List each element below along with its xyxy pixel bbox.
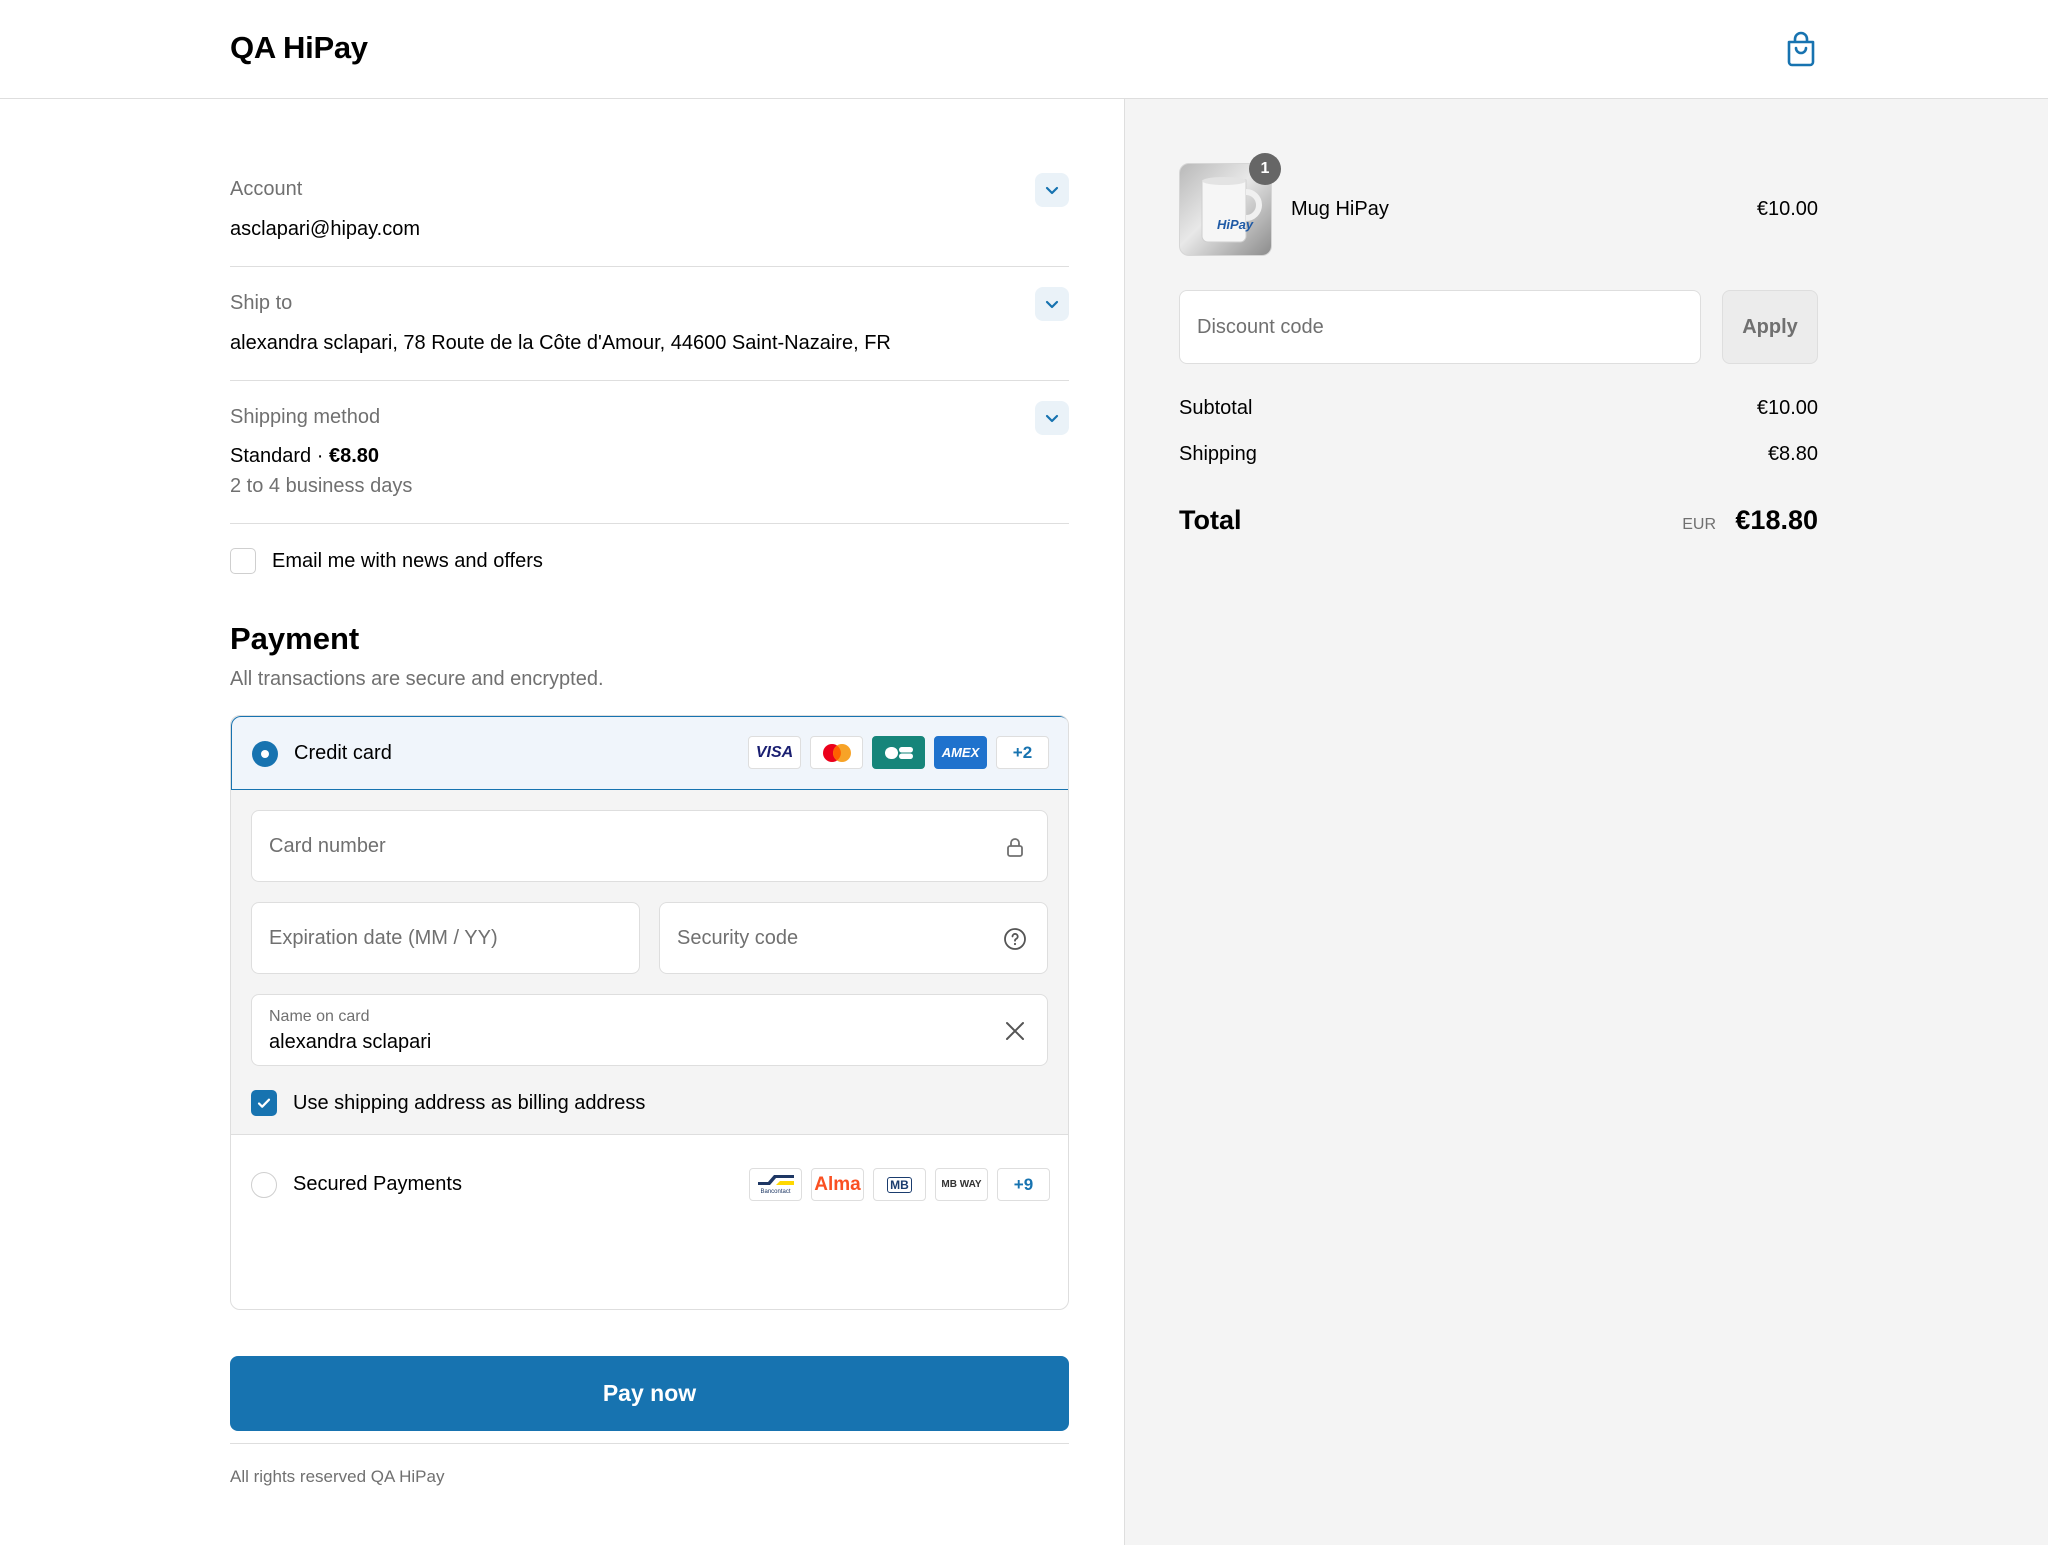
mbway-logo-text: MB WAY: [941, 1179, 982, 1190]
billing-label: Use shipping address as billing address: [293, 1091, 646, 1114]
account-expand-button[interactable]: [1035, 173, 1069, 207]
shopping-bag-icon[interactable]: [1785, 31, 1817, 67]
mastercard-logo-icon: [822, 743, 851, 762]
apply-discount-button[interactable]: Apply: [1722, 290, 1818, 364]
shipping-label: Shipping: [1179, 443, 1257, 465]
total-label: Total: [1179, 505, 1242, 535]
amex-badge: AMEX: [934, 736, 987, 769]
account-value: asclapari@hipay.com: [230, 218, 421, 240]
bancontact-logo-icon: [757, 1175, 794, 1185]
card-brand-badges: VISA AMEX +2: [748, 736, 1049, 769]
footer-divider: [230, 1443, 1069, 1444]
discount-code-placeholder: Discount code: [1197, 316, 1324, 338]
visa-logo-text: VISA: [755, 743, 794, 761]
newsletter-label: Email me with news and offers: [272, 549, 543, 572]
shipping-method-value: Standard · €8.80: [230, 445, 379, 468]
credit-card-label: Credit card: [294, 742, 392, 764]
total-value: €18.80: [1735, 505, 1818, 535]
secured-payments-option[interactable]: Secured Payments Bancontact Alma MB MB W…: [231, 1135, 1068, 1237]
shipping-method-separator: ·: [316, 445, 324, 467]
expiration-date-field[interactable]: Expiration date (MM / YY): [251, 902, 640, 974]
payment-methods: Credit card VISA AMEX +2 Card number Exp…: [230, 715, 1069, 1310]
shipping-method-label: Shipping method: [230, 406, 381, 428]
ship-to-value: alexandra sclapari, 78 Route de la Côte …: [230, 332, 891, 354]
chevron-down-icon: [1045, 186, 1059, 195]
mastercard-badge: [810, 736, 863, 769]
security-code-placeholder: Security code: [677, 927, 799, 949]
card-number-field[interactable]: Card number: [251, 810, 1048, 882]
cb-logo-icon: [884, 746, 913, 759]
chevron-down-icon: [1045, 300, 1059, 309]
product-price: €10.00: [1756, 198, 1818, 220]
account-label: Account: [230, 178, 303, 200]
payment-title: Payment: [230, 621, 360, 656]
amex-logo-text: AMEX: [941, 745, 980, 760]
shipping-method-detail: 2 to 4 business days: [230, 475, 413, 497]
shipping-method-price: €8.80: [328, 445, 380, 467]
chevron-down-icon: [1045, 414, 1059, 423]
subtotal-value: €10.00: [1756, 397, 1818, 419]
ship-to-label: Ship to: [230, 292, 293, 314]
lock-icon: [1007, 838, 1023, 857]
checkmark-icon: [257, 1098, 271, 1108]
secured-payment-badges: Bancontact Alma MB MB WAY +9: [749, 1168, 1050, 1201]
alma-logo-text: Alma: [814, 1173, 861, 1195]
newsletter-checkbox[interactable]: [230, 548, 256, 574]
multibanco-badge: MB: [873, 1168, 926, 1201]
billing-checkbox[interactable]: [251, 1090, 277, 1116]
billing-address-option[interactable]: Use shipping address as billing address: [251, 1090, 645, 1116]
payment-subtitle: All transactions are secure and encrypte…: [230, 668, 604, 690]
quantity-badge: 1: [1249, 153, 1281, 185]
secured-payments-label: Secured Payments: [293, 1173, 462, 1195]
credit-card-radio[interactable]: [252, 741, 278, 767]
more-cards-badge[interactable]: +2: [996, 736, 1049, 769]
name-on-card-label: Name on card: [269, 1008, 370, 1025]
name-on-card-field[interactable]: Name on card alexandra sclapari: [251, 994, 1048, 1066]
header: QA HiPay: [0, 0, 2048, 99]
card-number-placeholder: Card number: [269, 835, 386, 857]
name-on-card-value: alexandra sclapari: [269, 1031, 432, 1053]
total-currency: EUR: [1682, 516, 1716, 533]
footer-text: All rights reserved QA HiPay: [230, 1467, 445, 1486]
more-methods-badge[interactable]: +9: [997, 1168, 1050, 1201]
review-ship-to: Ship to alexandra sclapari, 78 Route de …: [230, 267, 1069, 381]
mug-logo-text: HiPay: [1217, 217, 1254, 232]
ship-to-expand-button[interactable]: [1035, 287, 1069, 321]
mbway-badge: MB WAY: [935, 1168, 988, 1201]
credit-card-option[interactable]: Credit card VISA AMEX +2: [231, 716, 1068, 790]
visa-badge: VISA: [748, 736, 801, 769]
help-circle-icon[interactable]: [1003, 927, 1027, 951]
shipping-method-name: Standard: [230, 445, 312, 467]
bancontact-logo-text: Bancontact: [760, 1189, 791, 1195]
shop-name[interactable]: QA HiPay: [230, 30, 368, 66]
review-account: Account asclapari@hipay.com: [230, 167, 1069, 267]
bancontact-badge: Bancontact: [749, 1168, 802, 1201]
multibanco-logo-text: MB: [887, 1176, 912, 1193]
review-shipping-method: Shipping method Standard · €8.80 2 to 4 …: [230, 381, 1069, 524]
shipping-method-expand-button[interactable]: [1035, 401, 1069, 435]
cb-badge: [872, 736, 925, 769]
security-code-field[interactable]: Security code: [659, 902, 1048, 974]
discount-code-input[interactable]: Discount code: [1179, 290, 1701, 364]
alma-badge: Alma: [811, 1168, 864, 1201]
product-name: Mug HiPay: [1291, 198, 1389, 220]
shipping-value: €8.80: [1767, 443, 1818, 465]
pay-now-button[interactable]: Pay now: [230, 1356, 1069, 1431]
secured-payments-radio[interactable]: [251, 1172, 277, 1198]
credit-card-form: Card number Expiration date (MM / YY) Se…: [231, 790, 1068, 1135]
newsletter-option[interactable]: Email me with news and offers: [230, 547, 543, 575]
expiration-date-placeholder: Expiration date (MM / YY): [269, 927, 498, 949]
subtotal-label: Subtotal: [1179, 397, 1253, 419]
clear-icon[interactable]: [1003, 1019, 1027, 1043]
